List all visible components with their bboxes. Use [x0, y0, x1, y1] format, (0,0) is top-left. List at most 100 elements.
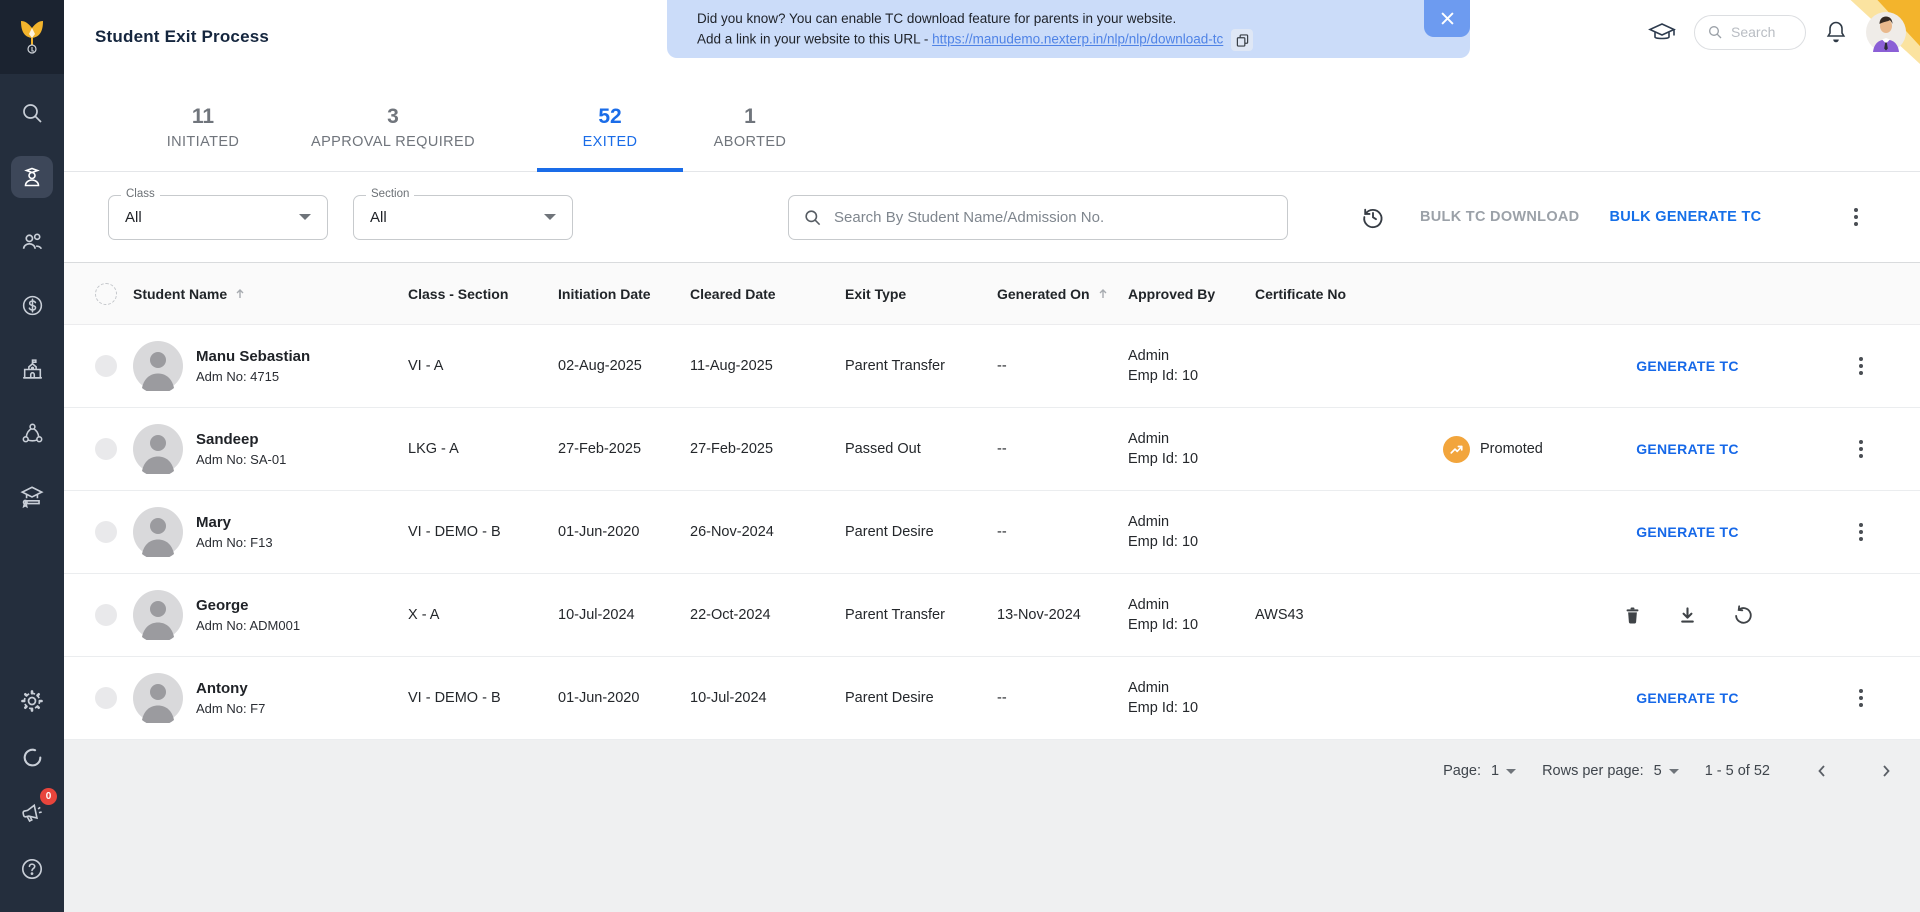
student-name: Manu Sebastian [196, 348, 311, 365]
banner-link[interactable]: https://manudemo.nexterp.in/nlp/nlp/down… [932, 32, 1223, 47]
initiation-date: 10-Jul-2024 [558, 607, 635, 623]
row-select-radio[interactable] [95, 521, 117, 543]
sidebar-item-fees[interactable] [11, 284, 53, 326]
sidebar-item-help[interactable] [11, 848, 53, 890]
sidebar-item-settings[interactable] [11, 680, 53, 722]
generate-tc-button[interactable]: GENERATE TC [1636, 690, 1739, 706]
search-icon [805, 209, 821, 225]
exit-type: Parent Transfer [845, 607, 945, 623]
delete-tc-button[interactable] [1622, 604, 1643, 626]
copy-icon[interactable] [1231, 29, 1254, 51]
student-name: Sandeep [196, 431, 259, 448]
page-title: Student Exit Process [95, 27, 270, 46]
history-icon [1363, 208, 1383, 229]
chevron-left-icon [1818, 765, 1825, 777]
sidebar-item-search[interactable] [11, 92, 53, 134]
banner-line-2: Add a link in your website to this URL -… [697, 29, 1470, 51]
generate-tc-button[interactable]: GENERATE TC [1636, 441, 1739, 457]
student-avatar [133, 673, 183, 723]
sidebar-item-announcements[interactable]: 0 [11, 788, 57, 834]
cleared-date: 10-Jul-2024 [690, 690, 767, 706]
download-icon [1680, 607, 1694, 623]
graduation-cap-icon [20, 486, 44, 509]
row-menu-button[interactable] [1853, 683, 1869, 713]
initiation-date: 02-Aug-2025 [558, 358, 642, 374]
admission-no: Adm No: SA-01 [196, 452, 287, 467]
footer-zone: Page: 1 Rows per page: 5 1 - 5 of 52 [64, 740, 1920, 912]
row-select-radio[interactable] [95, 355, 117, 377]
student-icon [24, 167, 40, 187]
sort-up-icon [236, 288, 244, 298]
range-indicator: 1 - 5 of 52 [1704, 763, 1770, 779]
global-search-input[interactable] [1731, 24, 1799, 40]
help-icon [21, 858, 43, 880]
dollar-icon [22, 295, 42, 315]
generated-on: -- [997, 524, 1007, 540]
student-search-input[interactable] [834, 208, 1287, 226]
row-select-radio[interactable] [95, 438, 117, 460]
generated-on: -- [997, 441, 1007, 457]
megaphone-icon [22, 803, 42, 823]
academics-cap-button[interactable] [1648, 20, 1676, 44]
section-select[interactable]: Section All [353, 187, 573, 240]
sidebar-item-sync[interactable] [11, 736, 53, 778]
student-name: George [196, 597, 249, 614]
filter-menu-button[interactable] [1848, 202, 1864, 232]
approved-by: Admin Emp Id: 10 [1128, 680, 1199, 716]
bulk-generate-tc-button[interactable]: BULK GENERATE TC [1609, 209, 1761, 225]
col-approved-by: Approved By [1128, 285, 1216, 302]
tab-approval-required[interactable]: 3 APPROVAL REQUIRED [268, 74, 518, 171]
page-select[interactable]: 1 [1491, 763, 1517, 779]
exit-type: Passed Out [845, 441, 921, 457]
student-name: Antony [196, 680, 248, 697]
table-row: Manu Sebastian Adm No: 4715 VI - A 02-Aug-2… [64, 325, 1920, 408]
notifications-button[interactable] [1824, 19, 1848, 45]
sidebar-item-graduation[interactable] [11, 476, 53, 518]
row-select-radio[interactable] [95, 604, 117, 626]
banner-close-button[interactable] [1424, 0, 1470, 37]
row-menu-button[interactable] [1853, 434, 1869, 464]
col-generated-on[interactable]: Generated On [990, 286, 1120, 302]
student-search[interactable] [788, 194, 1288, 240]
class-select[interactable]: Class All [108, 187, 328, 240]
tab-exited[interactable]: 52 EXITED [537, 74, 683, 172]
history-button[interactable] [1360, 204, 1386, 230]
rows-per-page-select[interactable]: 5 [1654, 763, 1679, 779]
close-icon [1440, 12, 1454, 25]
people-icon [22, 232, 42, 249]
sidebar-item-people[interactable] [11, 220, 53, 262]
tab-aborted[interactable]: 1 ABORTED [693, 74, 807, 171]
generated-on: -- [997, 690, 1007, 706]
row-select-radio[interactable] [95, 687, 117, 709]
admission-no: Adm No: 4715 [196, 369, 280, 384]
prev-page-button[interactable] [1810, 759, 1834, 783]
sync-icon [23, 748, 41, 766]
sidebar-item-school[interactable] [11, 348, 53, 390]
approved-by: Admin Emp Id: 10 [1128, 597, 1199, 633]
regenerate-tc-button[interactable] [1732, 604, 1754, 626]
tab-initiated[interactable]: 11 INITIATED [139, 74, 267, 171]
generate-tc-button[interactable]: GENERATE TC [1636, 524, 1739, 540]
approved-by: Admin Emp Id: 10 [1128, 431, 1199, 467]
sidebar-item-network[interactable] [11, 412, 53, 454]
col-class-section: Class - Section [408, 285, 509, 302]
next-page-button[interactable] [1874, 759, 1898, 783]
col-student-name[interactable]: Student Name [128, 286, 404, 302]
row-menu-button[interactable] [1853, 517, 1869, 547]
delete-icon [1626, 607, 1638, 624]
select-all-checkbox[interactable] [95, 282, 117, 305]
global-search[interactable] [1694, 14, 1806, 50]
badge-label: Promoted [1480, 441, 1543, 457]
class-section: X - A [408, 607, 440, 623]
pagination: Page: 1 Rows per page: 5 1 - 5 of 52 [64, 740, 1920, 802]
download-tc-button[interactable] [1677, 604, 1698, 626]
row-menu-button[interactable] [1853, 351, 1869, 381]
user-avatar[interactable] [1866, 12, 1906, 52]
chevron-down-icon [299, 214, 311, 220]
sidebar-item-students[interactable] [11, 156, 53, 198]
app-window: 0 Student Exit Process Did you know? You… [0, 0, 1920, 912]
bulk-tc-download-button[interactable]: BULK TC DOWNLOAD [1420, 209, 1579, 225]
generate-tc-button[interactable]: GENERATE TC [1636, 358, 1739, 374]
banner-line-1: Did you know? You can enable TC download… [697, 11, 1177, 26]
avatar-image [1866, 12, 1906, 52]
